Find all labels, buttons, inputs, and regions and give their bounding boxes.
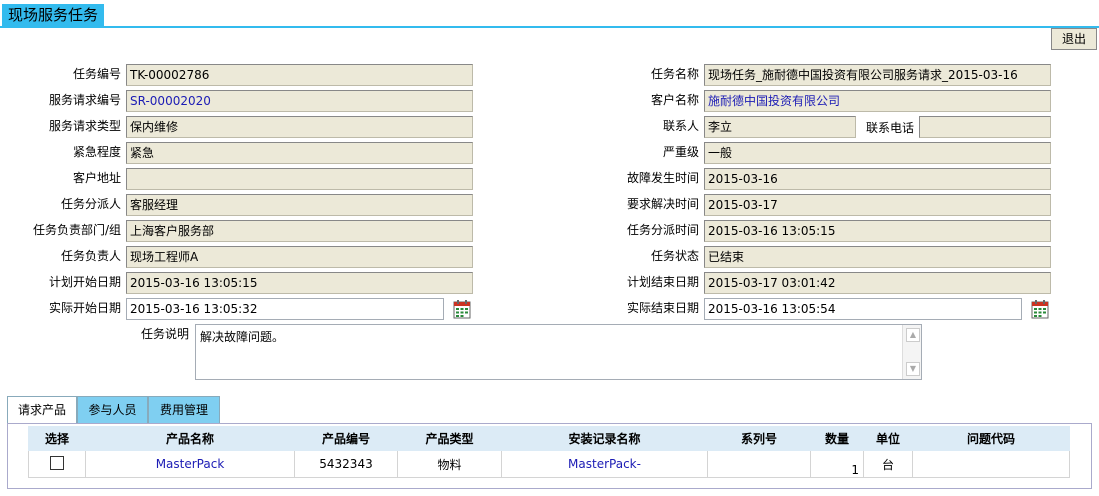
col-select-header: 选择: [28, 426, 86, 451]
customer-address-field[interactable]: [126, 168, 473, 190]
contact-phone-field[interactable]: [919, 116, 1051, 138]
install-record-cell[interactable]: MasterPack-: [501, 450, 708, 478]
scroll-down-icon[interactable]: ▼: [906, 362, 920, 376]
scroll-up-icon[interactable]: ▲: [906, 328, 920, 342]
col-install-record-header: 安装记录名称: [501, 426, 708, 451]
row-select-cell: [28, 450, 86, 478]
customer-name-field[interactable]: 施耐德中国投资有限公司: [704, 90, 1051, 112]
task-status-label: 任务状态: [650, 249, 699, 263]
row-checkbox[interactable]: [50, 455, 64, 470]
serial-cell: [707, 450, 811, 478]
contact-phone-label: 联系电话: [865, 121, 914, 135]
planned-end-field[interactable]: 2015-03-17 03:01:42: [704, 272, 1051, 294]
title-bar: 现场服务任务: [0, 4, 1099, 28]
tab-participants[interactable]: 参与人员: [77, 396, 148, 424]
calendar-icon[interactable]: [453, 299, 471, 319]
urgency-label: 紧急程度: [72, 145, 121, 159]
service-request-number-label: 服务请求编号: [48, 93, 121, 107]
actual-start-label: 实际开始日期: [48, 301, 121, 315]
fault-time-field[interactable]: 2015-03-16: [704, 168, 1051, 190]
assign-time-label: 任务分派时间: [626, 223, 699, 237]
severity-label: 严重级: [662, 145, 699, 159]
actual-start-field[interactable]: 2015-03-16 13:05:32: [126, 298, 444, 320]
contact-person-field[interactable]: 李立: [704, 116, 856, 138]
products-table: 选择 产品名称 产品编号 产品类型 安装记录名称 系列号 数量 单位 问题代码 …: [28, 426, 1070, 478]
description-textarea[interactable]: 解决故障问题。 ▲ ▼: [195, 324, 922, 380]
product-name-cell[interactable]: MasterPack: [85, 450, 295, 478]
planned-end-label: 计划结束日期: [626, 275, 699, 289]
responsible-dept-label: 任务负责部门/组: [32, 223, 121, 237]
problem-code-cell: [912, 450, 1070, 478]
required-resolve-label: 要求解决时间: [626, 197, 699, 211]
customer-name-label: 客户名称: [650, 93, 699, 107]
task-assigner-field[interactable]: 客服经理: [126, 194, 473, 216]
responsible-dept-field[interactable]: 上海客户服务部: [126, 220, 473, 242]
description-text: 解决故障问题。: [200, 330, 285, 344]
task-name-field[interactable]: 现场任务_施耐德中国投资有限公司服务请求_2015-03-16: [704, 64, 1051, 86]
product-type-cell: 物料: [397, 450, 502, 478]
customer-address-label: 客户地址: [72, 171, 121, 185]
task-owner-field[interactable]: 现场工程师A: [126, 246, 473, 268]
tab-requested-products[interactable]: 请求产品: [7, 396, 77, 424]
urgency-field[interactable]: 紧急: [126, 142, 473, 164]
col-product-name-header: 产品名称: [85, 426, 295, 451]
contact-person-label: 联系人: [662, 119, 699, 133]
page-title: 现场服务任务: [2, 4, 105, 26]
task-status-field[interactable]: 已结束: [704, 246, 1051, 268]
table-row: MasterPack 5432343 物料 MasterPack- 1 台: [28, 450, 1070, 478]
task-number-field[interactable]: TK-00002786: [126, 64, 473, 86]
assign-time-field[interactable]: 2015-03-16 13:05:15: [704, 220, 1051, 242]
col-problem-code-header: 问题代码: [912, 426, 1070, 451]
quantity-cell: 1: [810, 450, 864, 478]
description-label: 任务说明: [140, 327, 189, 341]
calendar-icon[interactable]: [1031, 299, 1049, 319]
required-resolve-field[interactable]: 2015-03-17: [704, 194, 1051, 216]
description-scrollbar[interactable]: ▲ ▼: [902, 325, 921, 379]
task-owner-label: 任务负责人: [60, 249, 121, 263]
col-quantity-header: 数量: [810, 426, 864, 451]
unit-cell: 台: [863, 450, 913, 478]
col-product-code-header: 产品编号: [294, 426, 398, 451]
actual-end-field[interactable]: 2015-03-16 13:05:54: [704, 298, 1022, 320]
col-serial-header: 系列号: [707, 426, 811, 451]
service-request-type-label: 服务请求类型: [48, 119, 121, 133]
title-underline: [0, 26, 1099, 28]
service-request-number-field[interactable]: SR-00002020: [126, 90, 473, 112]
exit-button[interactable]: 退出: [1051, 28, 1097, 50]
product-code-cell: 5432343: [294, 450, 398, 478]
fault-time-label: 故障发生时间: [626, 171, 699, 185]
tab-expense-management[interactable]: 费用管理: [148, 396, 220, 424]
task-number-label: 任务编号: [72, 67, 121, 81]
planned-start-field[interactable]: 2015-03-16 13:05:15: [126, 272, 473, 294]
col-product-type-header: 产品类型: [397, 426, 502, 451]
col-unit-header: 单位: [863, 426, 913, 451]
planned-start-label: 计划开始日期: [48, 275, 121, 289]
service-request-type-field[interactable]: 保内维修: [126, 116, 473, 138]
actual-end-label: 实际结束日期: [626, 301, 699, 315]
severity-field[interactable]: 一般: [704, 142, 1051, 164]
task-assigner-label: 任务分派人: [60, 197, 121, 211]
task-name-label: 任务名称: [650, 67, 699, 81]
table-header-row: 选择 产品名称 产品编号 产品类型 安装记录名称 系列号 数量 单位 问题代码: [28, 426, 1070, 451]
